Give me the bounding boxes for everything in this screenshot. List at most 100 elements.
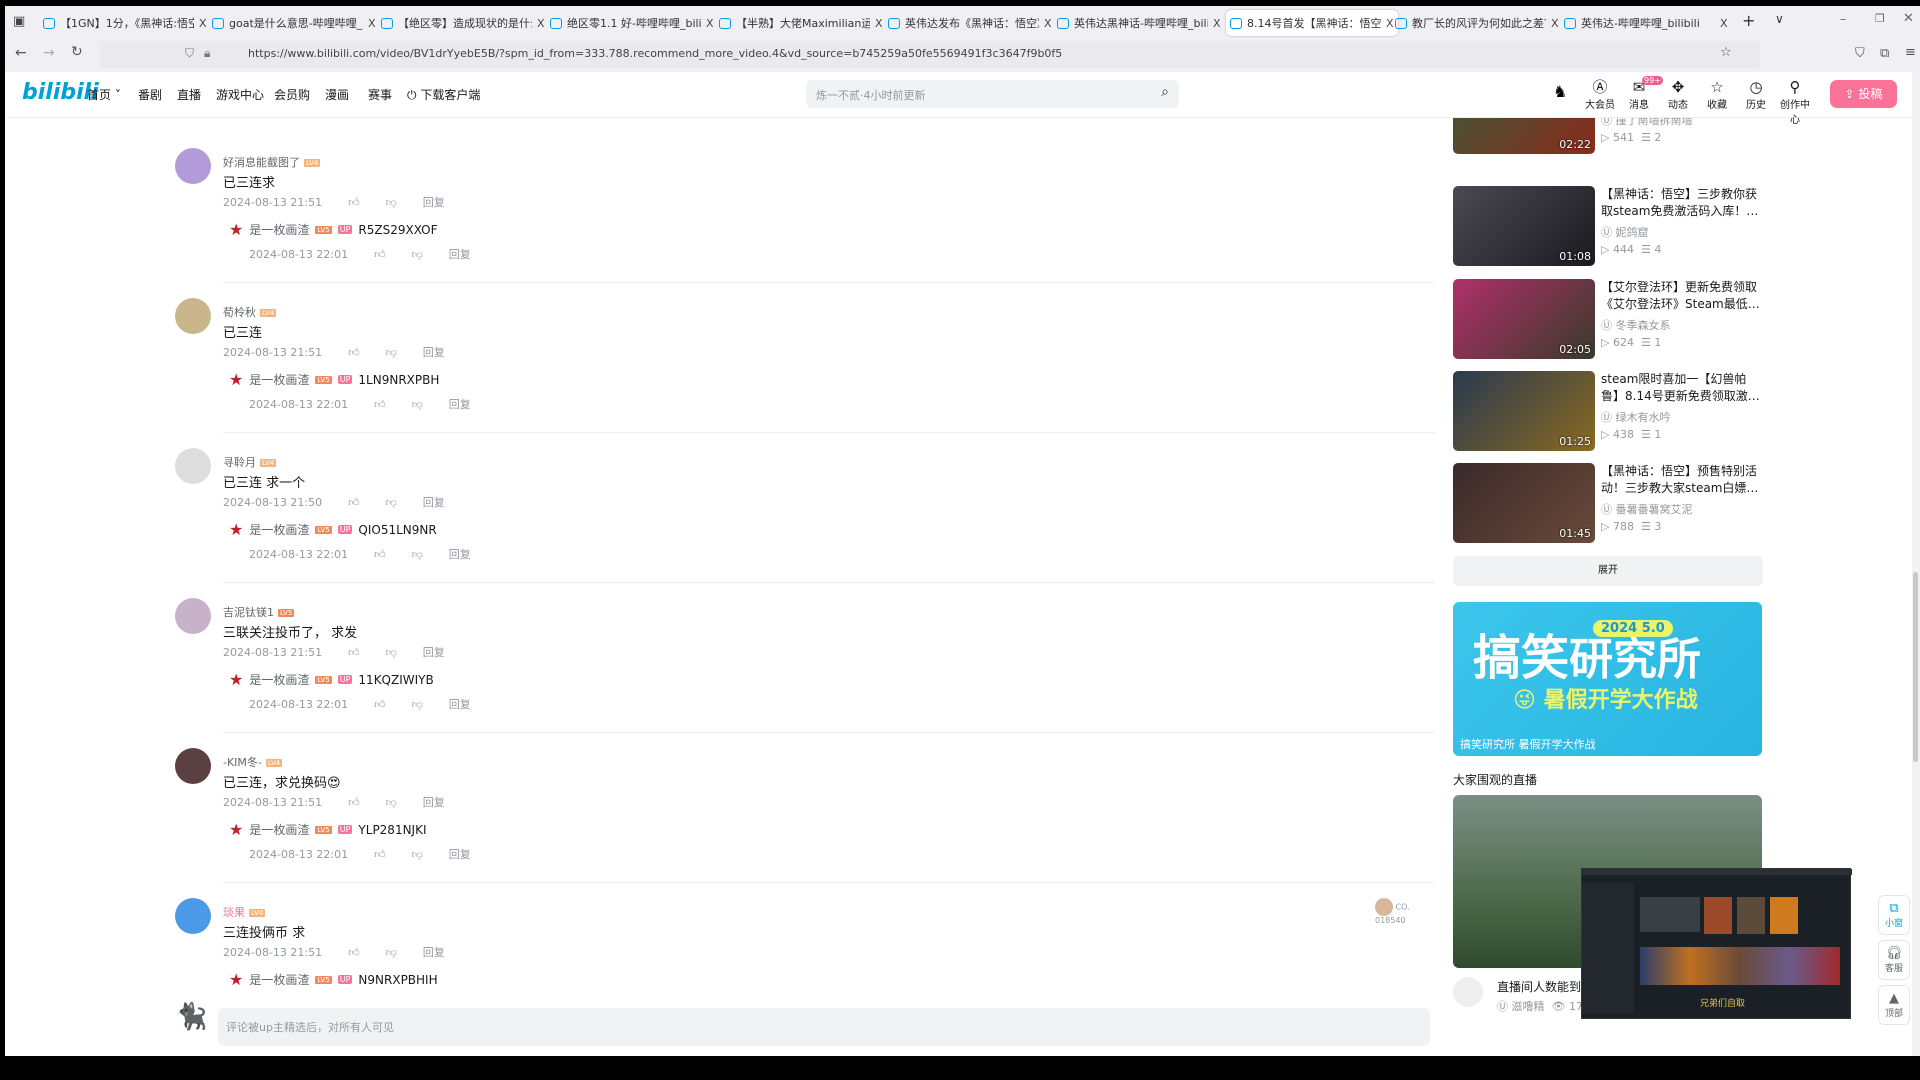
dislike-icon[interactable]: 👎︎ [412, 698, 423, 711]
reload-icon[interactable]: ↻ [71, 44, 83, 60]
avatar-icon[interactable]: ♞ [1553, 82, 1567, 101]
reply-button[interactable]: 回复 [423, 796, 445, 809]
reply-button[interactable]: 回复 [423, 346, 445, 359]
tab-close-icon[interactable]: X [537, 17, 545, 30]
tab-close-icon[interactable]: X [199, 17, 207, 30]
reply-button[interactable]: 回复 [423, 646, 445, 659]
new-tab-button[interactable]: + [1742, 11, 1755, 30]
tab-close-icon[interactable]: X [1386, 17, 1394, 30]
reply-button[interactable]: 回复 [423, 196, 445, 209]
browser-tab[interactable]: 【半熟】大佬Maximilian运行 X [719, 10, 883, 36]
reply-button[interactable]: 回复 [449, 548, 471, 561]
reply-username[interactable]: 是一枚画渣 [249, 221, 309, 238]
search-icon[interactable]: ⌕ [1161, 84, 1169, 100]
tab-close-icon[interactable]: X [368, 17, 376, 30]
video-uploader[interactable]: Ⓤ 番薯番薯窝艾泥 [1601, 501, 1693, 517]
video-title[interactable]: 【艾尔登法环】更新免费领取《艾尔登法环》Steam最低… [1601, 279, 1763, 313]
reply-username[interactable]: 是一枚画渣 [249, 521, 309, 538]
tab-close-icon[interactable]: X [1213, 17, 1221, 30]
reply-button[interactable]: 回复 [449, 248, 471, 261]
browser-tab[interactable]: 【1GN】1分，《黑神话:悟空》 X [43, 10, 207, 36]
float-headset-button[interactable]: 🎧︎ 客服 [1878, 940, 1910, 980]
scrollbar-thumb[interactable] [1913, 572, 1918, 762]
header-star[interactable]: ☆ 收藏 [1700, 78, 1734, 111]
tab-close-icon[interactable]: X [875, 17, 883, 30]
video-thumbnail[interactable]: 01:45 [1453, 463, 1595, 543]
reply-username[interactable]: 是一枚画渣 [249, 821, 309, 838]
float-mini-window-button[interactable]: ⧉ 小窗 [1878, 895, 1910, 935]
reply-avatar-star-icon[interactable]: ★ [229, 520, 243, 539]
window-close-button[interactable]: ✕ [1903, 11, 1914, 26]
dislike-icon[interactable]: 👎︎ [412, 398, 423, 411]
tab-close-icon[interactable]: X [1551, 17, 1559, 30]
user-avatar[interactable] [175, 748, 211, 784]
nav-item[interactable]: 首页 ˅ [87, 86, 121, 103]
back-icon[interactable]: ← [15, 45, 27, 61]
comment-username[interactable]: -KIM冬- LV4 [223, 754, 283, 770]
like-icon[interactable]: 👍︎ [374, 398, 386, 411]
browser-tab[interactable]: 英伟达-哔哩哔哩_bilibili X [1564, 10, 1728, 36]
reply-avatar-star-icon[interactable]: ★ [229, 970, 243, 989]
dislike-icon[interactable]: 👎︎ [386, 796, 397, 809]
live-avatar[interactable] [1453, 977, 1483, 1007]
comment-username[interactable]: 寻聆月 LV4 [223, 454, 277, 470]
reply-avatar-star-icon[interactable]: ★ [229, 820, 243, 839]
like-icon[interactable]: 👍︎ [374, 548, 386, 561]
recommend-card[interactable]: 01:45 【黑神话：悟空】预售特别活动！三步教大家steam白嫖… Ⓤ 番薯番… [1453, 463, 1763, 543]
like-icon[interactable]: 👍︎ [374, 848, 386, 861]
bookmark-star-icon[interactable]: ☆ [1720, 45, 1732, 60]
browser-tab[interactable]: 绝区零1.1 好-哔哩哔哩_bilibili X [550, 10, 714, 36]
dislike-icon[interactable]: 👎︎ [386, 196, 397, 209]
recommend-card[interactable]: 01:25 steam限时喜加一【幻兽帕鲁】8.14号更新免费领取激… Ⓤ 绿木… [1453, 371, 1763, 451]
tab-close-icon[interactable]: X [1720, 17, 1728, 30]
dislike-icon[interactable]: 👎︎ [386, 496, 397, 509]
reply-button[interactable]: 回复 [449, 398, 471, 411]
steam-overlay-window[interactable]: 兄弟们自取 [1581, 868, 1852, 1019]
dislike-icon[interactable]: 👎︎ [386, 946, 397, 959]
dislike-icon[interactable]: 👎︎ [412, 848, 423, 861]
menu-icon[interactable]: ≡ [1905, 45, 1916, 60]
reply-button[interactable]: 回复 [423, 946, 445, 959]
reply-username[interactable]: 是一枚画渣 [249, 671, 309, 688]
nav-item[interactable]: 漫画 [325, 86, 349, 103]
tab-list-button[interactable]: ∨ [1775, 12, 1784, 26]
tab-close-icon[interactable]: X [706, 17, 714, 30]
reply-avatar-star-icon[interactable]: ★ [229, 670, 243, 689]
dislike-icon[interactable]: 👎︎ [386, 646, 397, 659]
comment-username[interactable]: 吉泥钛镁1 LV5 [223, 604, 295, 620]
browser-tab[interactable]: 8.14号首发【黑神话：悟空】三 X [1226, 10, 1398, 36]
user-avatar[interactable] [175, 448, 211, 484]
reply-button[interactable]: 回复 [449, 848, 471, 861]
video-thumbnail[interactable]: 01:08 [1453, 186, 1595, 266]
video-thumbnail[interactable]: 02:05 [1453, 279, 1595, 359]
video-title[interactable]: steam限时喜加一【幻兽帕鲁】8.14号更新免费领取激… [1601, 371, 1763, 405]
reply-button[interactable]: 回复 [449, 698, 471, 711]
header-vip[interactable]: Ⓐ 大会员 [1583, 78, 1617, 111]
event-banner[interactable]: 搞笑研究所 2024 5.0 😜 暑假开学大作战 搞笑研究所 暑假开学大作战 [1453, 602, 1762, 756]
nav-item[interactable]: 游戏中心 [216, 86, 264, 103]
header-dynamic[interactable]: ✥ 动态 [1661, 78, 1695, 111]
float-arrow-up-button[interactable]: ▲ 顶部 [1878, 985, 1910, 1025]
video-uploader[interactable]: Ⓤ 妮鸽窟 [1601, 224, 1649, 240]
user-avatar[interactable] [175, 298, 211, 334]
video-uploader[interactable]: Ⓤ 冬季森女系 [1601, 317, 1671, 333]
video-uploader[interactable]: Ⓤ 绿木有水吟 [1601, 409, 1671, 425]
video-title[interactable]: 【黑神话：悟空】预售特别活动！三步教大家steam白嫖… [1601, 463, 1763, 497]
extensions-icon[interactable]: ⧉ [1880, 46, 1889, 61]
video-thumbnail[interactable]: 01:25 [1453, 371, 1595, 451]
browser-tab[interactable]: 英伟达黑神话-哔哩哔哩_bilibili X [1057, 10, 1221, 36]
recommend-card[interactable]: 02:05 【艾尔登法环】更新免费领取《艾尔登法环》Steam最低… Ⓤ 冬季森… [1453, 279, 1763, 359]
like-icon[interactable]: 👍︎ [374, 248, 386, 261]
browser-tab[interactable]: 【绝区零】造成现状的是什么? X [381, 10, 545, 36]
video-title[interactable]: 【黑神话：悟空】三步教你获取steam免费激活码入库！… [1601, 186, 1763, 220]
like-icon[interactable]: 👍︎ [348, 496, 360, 509]
dislike-icon[interactable]: 👎︎ [412, 248, 423, 261]
dislike-icon[interactable]: 👎︎ [412, 548, 423, 561]
page-scrollbar[interactable] [1912, 72, 1920, 1056]
search-input[interactable]: 炼一不贰·4小时前更新 ⌕ [806, 80, 1179, 108]
live-title[interactable]: 直播间人数能到 [1497, 978, 1581, 995]
like-icon[interactable]: 👍︎ [374, 698, 386, 711]
nav-item[interactable]: 直播 [177, 86, 201, 103]
header-bulb[interactable]: ⚲ 创作中心 [1778, 78, 1812, 126]
upload-button[interactable]: ⇪ 投稿 [1830, 80, 1897, 108]
